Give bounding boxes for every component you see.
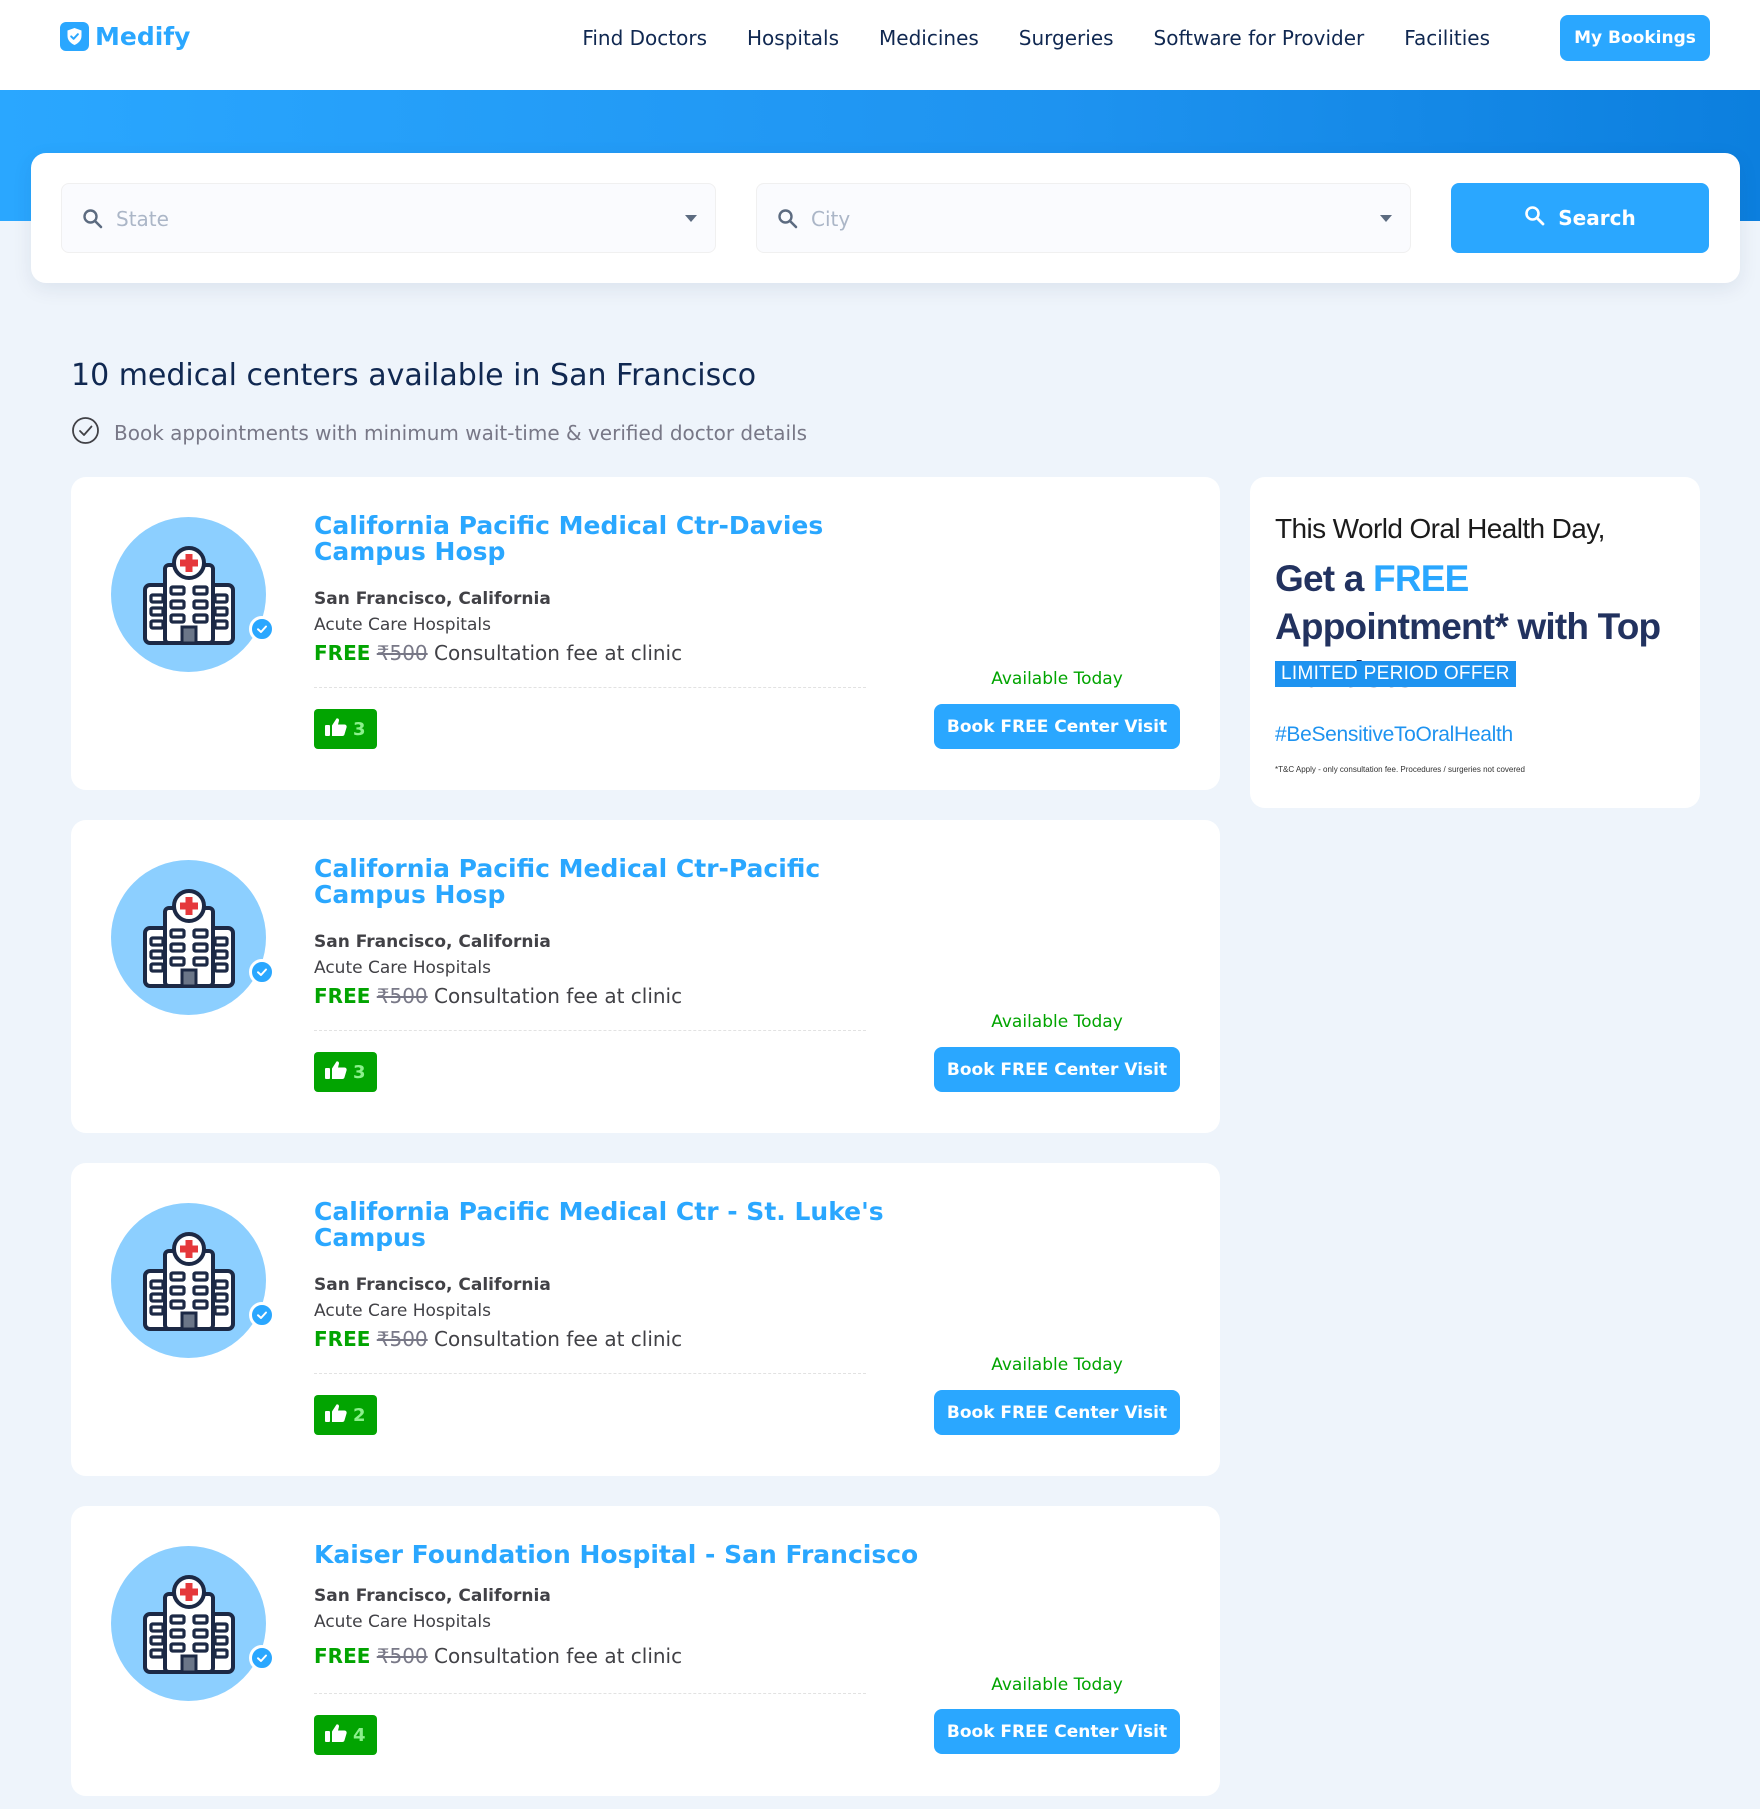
availability-label: Available Today (991, 1012, 1123, 1032)
brand-logo[interactable]: Medify (60, 22, 190, 51)
hospital-icon (111, 517, 266, 672)
center-card: California Pacific Medical Ctr - St. Luk… (71, 1163, 1220, 1476)
book-center-visit-button[interactable]: Book FREE Center Visit (934, 1390, 1180, 1435)
fee-free-label: FREE (314, 1644, 371, 1668)
center-name[interactable]: California Pacific Medical Ctr - St. Luk… (314, 1199, 934, 1251)
nav-link-surgeries[interactable]: Surgeries (1019, 26, 1114, 50)
fee-text: Consultation fee at clinic (427, 1644, 683, 1668)
likes-badge: 3 (314, 1052, 377, 1092)
results-subline: Book appointments with minimum wait-time… (71, 416, 807, 450)
hospital-icon (111, 1546, 266, 1701)
likes-badge: 4 (314, 1715, 377, 1755)
likes-badge: 2 (314, 1395, 377, 1435)
verified-icon (249, 616, 275, 642)
fee-original-price: ₹500 (376, 641, 428, 665)
verified-icon (249, 1645, 275, 1671)
results-heading: 10 medical centers available in San Fran… (71, 358, 757, 393)
center-card: California Pacific Medical Ctr-Pacific C… (71, 820, 1220, 1133)
fee-text: Consultation fee at clinic (427, 641, 683, 665)
nav-link-find-doctors[interactable]: Find Doctors (582, 26, 707, 50)
ad-terms: *T&C Apply - only consultation fee. Proc… (1275, 765, 1525, 774)
ad-offer-accent: FREE (1373, 558, 1469, 599)
center-location: San Francisco, California (314, 1586, 551, 1606)
thumbs-up-icon (324, 717, 348, 742)
chevron-down-icon[interactable] (685, 215, 697, 222)
availability-label: Available Today (991, 669, 1123, 689)
book-center-visit-button[interactable]: Book FREE Center Visit (934, 1709, 1180, 1754)
consultation-fee: FREE ₹500 Consultation fee at clinic (314, 641, 682, 665)
top-nav: Medify Find Doctors Hospitals Medicines … (0, 0, 1760, 90)
divider (314, 1693, 866, 1694)
likes-count: 4 (353, 1724, 366, 1746)
ad-hashtag: #BeSensitiveToOralHealth (1275, 723, 1513, 746)
consultation-fee: FREE ₹500 Consultation fee at clinic (314, 984, 682, 1008)
check-circle-icon (71, 416, 100, 450)
availability-label: Available Today (991, 1355, 1123, 1375)
shield-check-icon (60, 22, 89, 51)
divider (314, 687, 866, 688)
ad-offer-pre: Get a (1275, 558, 1374, 599)
divider (314, 1373, 866, 1374)
fee-original-price: ₹500 (376, 984, 428, 1008)
state-select[interactable] (61, 183, 716, 253)
nav-link-software-for-provider[interactable]: Software for Provider (1154, 26, 1365, 50)
likes-count: 3 (353, 718, 366, 740)
nav-link-facilities[interactable]: Facilities (1404, 26, 1490, 50)
center-type: Acute Care Hospitals (314, 958, 491, 978)
center-name[interactable]: California Pacific Medical Ctr-Davies Ca… (314, 513, 934, 565)
fee-free-label: FREE (314, 641, 371, 665)
center-location: San Francisco, California (314, 1275, 551, 1295)
book-center-visit-button[interactable]: Book FREE Center Visit (934, 1047, 1180, 1092)
center-card: Kaiser Foundation Hospital - San Francis… (71, 1506, 1220, 1796)
center-name[interactable]: Kaiser Foundation Hospital - San Francis… (314, 1542, 934, 1568)
center-type: Acute Care Hospitals (314, 1612, 491, 1632)
consultation-fee: FREE ₹500 Consultation fee at clinic (314, 1644, 682, 1668)
likes-badge: 3 (314, 709, 377, 749)
nav-link-hospitals[interactable]: Hospitals (747, 26, 839, 50)
search-button[interactable]: Search (1451, 183, 1709, 253)
center-location: San Francisco, California (314, 932, 551, 952)
center-type: Acute Care Hospitals (314, 1301, 491, 1321)
center-name[interactable]: California Pacific Medical Ctr-Pacific C… (314, 856, 934, 908)
chevron-down-icon[interactable] (1380, 215, 1392, 222)
fee-original-price: ₹500 (376, 1327, 428, 1351)
city-input[interactable] (811, 202, 1331, 236)
center-card: California Pacific Medical Ctr-Davies Ca… (71, 477, 1220, 790)
search-panel: Search (31, 153, 1740, 283)
hospital-icon (111, 860, 266, 1015)
thumbs-up-icon (324, 1060, 348, 1085)
fee-free-label: FREE (314, 1327, 371, 1351)
promo-ad[interactable]: This World Oral Health Day, Get a FREE A… (1250, 477, 1700, 808)
search-icon (1524, 205, 1546, 232)
ad-headline: This World Oral Health Day, (1275, 513, 1605, 544)
consultation-fee: FREE ₹500 Consultation fee at clinic (314, 1327, 682, 1351)
center-location: San Francisco, California (314, 589, 551, 609)
ad-limited-offer-badge: LIMITED PERIOD OFFER (1275, 661, 1516, 687)
likes-count: 2 (353, 1404, 366, 1426)
nav-link-medicines[interactable]: Medicines (879, 26, 979, 50)
divider (314, 1030, 866, 1031)
state-input[interactable] (116, 202, 636, 236)
search-icon (777, 208, 799, 234)
thumbs-up-icon (324, 1723, 348, 1748)
center-type: Acute Care Hospitals (314, 615, 491, 635)
nav-links: Find Doctors Hospitals Medicines Surgeri… (582, 0, 1490, 76)
thumbs-up-icon (324, 1403, 348, 1428)
fee-free-label: FREE (314, 984, 371, 1008)
verified-icon (249, 1302, 275, 1328)
book-center-visit-button[interactable]: Book FREE Center Visit (934, 704, 1180, 749)
brand-name: Medify (95, 22, 191, 51)
fee-text: Consultation fee at clinic (427, 984, 683, 1008)
city-select[interactable] (756, 183, 1411, 253)
verified-icon (249, 959, 275, 985)
fee-original-price: ₹500 (376, 1644, 428, 1668)
likes-count: 3 (353, 1061, 366, 1083)
availability-label: Available Today (991, 1675, 1123, 1695)
fee-text: Consultation fee at clinic (427, 1327, 683, 1351)
hospital-icon (111, 1203, 266, 1358)
search-icon (82, 208, 104, 234)
subline-text: Book appointments with minimum wait-time… (114, 421, 808, 445)
search-button-label: Search (1558, 206, 1636, 230)
my-bookings-button[interactable]: My Bookings (1560, 15, 1710, 61)
